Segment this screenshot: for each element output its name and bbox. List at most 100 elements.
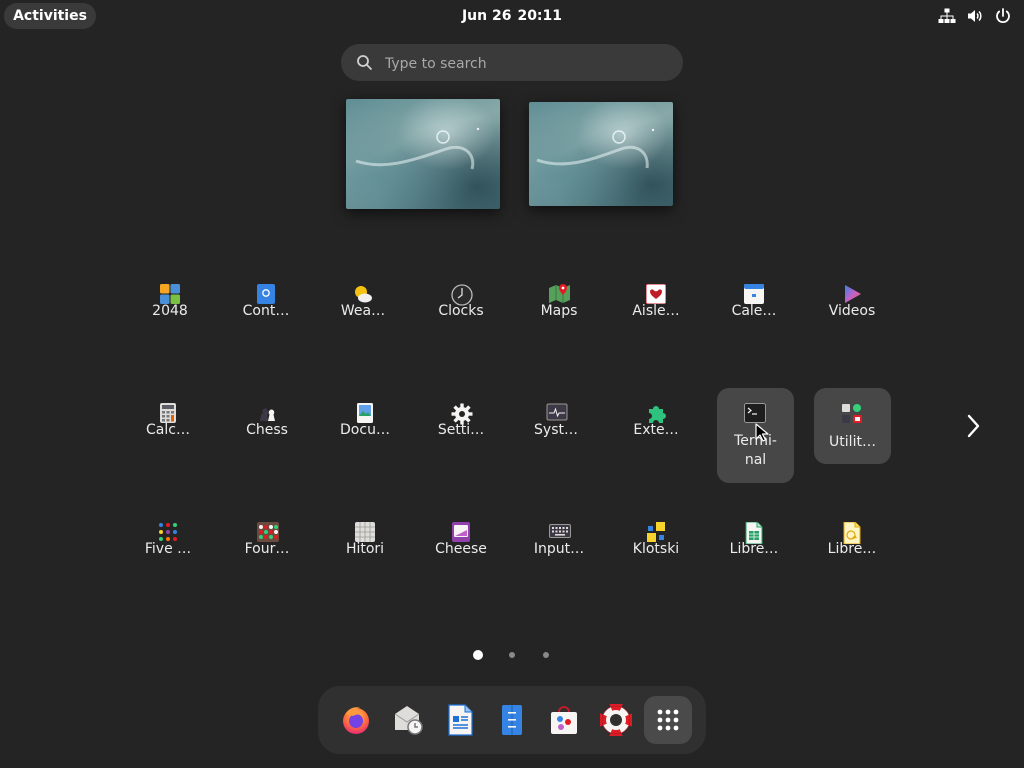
calendar-icon	[744, 284, 764, 304]
app-label: Docu…	[340, 422, 390, 438]
page-dot-1[interactable]	[473, 650, 483, 660]
software-icon	[551, 706, 577, 734]
four-in-a-row-icon	[257, 522, 279, 542]
volume-icon[interactable]	[966, 7, 984, 25]
app-cheese[interactable]: Cheese	[422, 514, 500, 590]
aisleriot-icon	[646, 284, 666, 304]
app-label: 2048	[152, 303, 188, 319]
app-extensions[interactable]: Exte…	[617, 395, 695, 471]
hitori-icon	[355, 522, 375, 542]
input-method-icon	[549, 522, 571, 542]
app-label: Clocks	[438, 303, 484, 319]
app-label: Exte…	[633, 422, 679, 438]
system-monitor-icon	[546, 403, 568, 423]
app-libreoffice-draw[interactable]: Libre…	[813, 514, 891, 590]
app-input-method[interactable]: Input…	[520, 514, 598, 590]
app-label: Chess	[246, 422, 288, 438]
app-label: Aisle…	[632, 303, 680, 319]
libreoffice-draw-icon	[842, 522, 862, 544]
app-chess[interactable]: Chess	[228, 395, 306, 471]
dash	[318, 686, 706, 754]
date-label: Jun 26	[461, 8, 512, 24]
next-page-arrow[interactable]	[962, 412, 984, 440]
app-label: Wea…	[340, 303, 386, 319]
app-label: Libre…	[827, 541, 877, 557]
help-lifebuoy-icon	[600, 704, 632, 736]
app-five-or-more[interactable]: Five …	[129, 514, 207, 590]
show-applications-button[interactable]	[644, 696, 692, 744]
app-label: Hitori	[345, 541, 385, 557]
app-label: Calc…	[146, 422, 190, 438]
page-dot-2[interactable]	[509, 652, 515, 658]
app-weather[interactable]: Wea…	[324, 276, 402, 352]
app-hitori[interactable]: Hitori	[326, 514, 404, 590]
app-label: Syst…	[534, 422, 578, 438]
mail-clock-icon	[394, 706, 423, 735]
app-klotski[interactable]: Klotski	[617, 514, 695, 590]
2048-icon	[160, 284, 180, 304]
clocks-icon	[451, 284, 473, 306]
app-clocks[interactable]: Clocks	[422, 276, 500, 352]
search-entry[interactable]	[341, 44, 683, 83]
app-contacts[interactable]: Cont…	[227, 276, 305, 352]
app-calendar[interactable]: Cale…	[715, 276, 793, 352]
dock-text-editor[interactable]	[488, 696, 536, 744]
folder-utilities[interactable]: Utilit…	[814, 388, 891, 464]
app-label: Cheese	[435, 541, 487, 557]
app-four-in-a-row[interactable]: Four…	[228, 514, 306, 590]
dock-libreoffice-writer[interactable]	[436, 696, 484, 744]
cheese-icon	[451, 522, 471, 542]
system-status-area[interactable]	[938, 0, 1012, 32]
settings-icon	[451, 403, 473, 425]
workspace-thumbnail-2[interactable]	[529, 102, 673, 206]
chevron-right-icon	[967, 414, 980, 438]
time-label: 20:11	[517, 8, 563, 24]
videos-icon	[842, 284, 862, 304]
app-label: Cont…	[242, 303, 290, 319]
app-grid-icon	[657, 709, 679, 731]
page-dot-3[interactable]	[543, 652, 549, 658]
mouse-cursor-icon	[755, 423, 769, 447]
top-bar: Activities Jun 26 20:11	[0, 0, 1024, 32]
libreoffice-calc-icon	[744, 522, 764, 544]
contacts-icon	[256, 284, 276, 304]
power-icon[interactable]	[994, 7, 1012, 25]
app-label: Cale…	[731, 303, 777, 319]
dock-software[interactable]	[540, 696, 588, 744]
app-videos[interactable]: Videos	[813, 276, 891, 352]
search-icon	[356, 54, 373, 75]
text-editor-icon	[502, 705, 522, 735]
app-label: Five …	[144, 541, 192, 557]
app-maps[interactable]: Maps	[520, 276, 598, 352]
date-time-button[interactable]: Jun 26 20:11	[0, 0, 1024, 32]
app-settings[interactable]: Setti…	[422, 395, 500, 471]
dock-evolution[interactable]	[384, 696, 432, 744]
weather-icon	[353, 284, 373, 304]
app-label: Klotski	[632, 541, 680, 557]
maps-icon	[549, 284, 570, 304]
chess-icon	[257, 403, 277, 423]
app-label: Utilit…	[829, 434, 876, 450]
workspace-thumbnail-1[interactable]	[346, 99, 500, 209]
app-aisleriot[interactable]: Aisle…	[617, 276, 695, 352]
app-system-monitor[interactable]: Syst…	[517, 395, 595, 471]
app-calculator[interactable]: Calc…	[129, 395, 207, 471]
dock-help[interactable]	[592, 696, 640, 744]
app-document-viewer[interactable]: Docu…	[326, 395, 404, 471]
klotski-icon	[646, 522, 666, 542]
app-libreoffice-calc[interactable]: Libre…	[715, 514, 793, 590]
libreoffice-writer-icon	[448, 704, 473, 736]
network-icon[interactable]	[938, 7, 956, 25]
app-label: Videos	[828, 303, 876, 319]
document-viewer-icon	[355, 403, 375, 423]
app-label: Maps	[540, 303, 578, 319]
utilities-folder-icon	[841, 403, 862, 423]
calculator-icon	[158, 403, 178, 423]
terminal-icon	[744, 403, 766, 423]
app-label: Setti…	[437, 422, 485, 438]
firefox-icon	[343, 707, 369, 734]
app-label: Input…	[533, 541, 585, 557]
dock-firefox[interactable]	[332, 696, 380, 744]
app-2048[interactable]: 2048	[131, 276, 209, 352]
search-input[interactable]	[383, 44, 667, 83]
